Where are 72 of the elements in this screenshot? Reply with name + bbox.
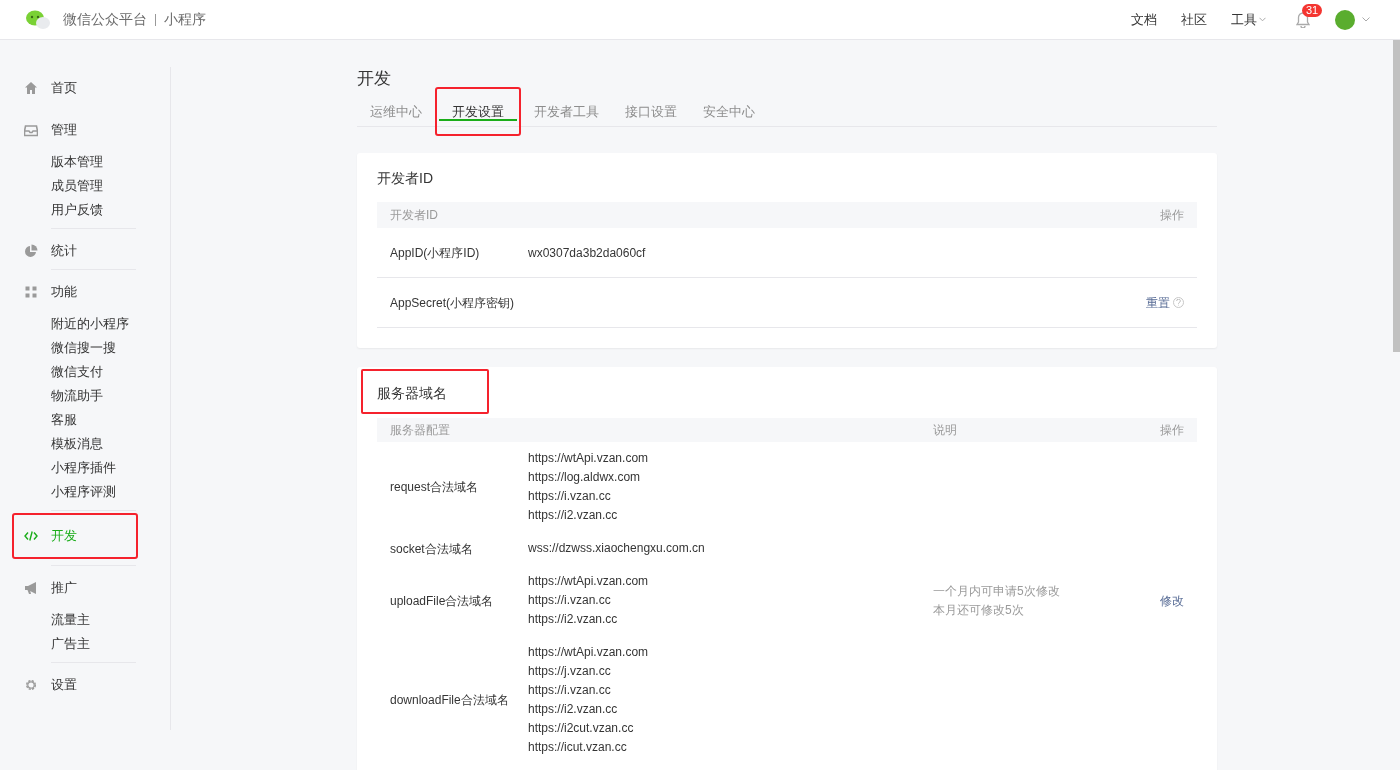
column-header: 说明 xyxy=(933,422,958,439)
settings-icon xyxy=(24,678,38,692)
sidebar-subitem[interactable]: 版本管理 xyxy=(51,150,136,174)
domain-text: https://i2cut.vzan.cc xyxy=(528,720,635,737)
sidebar-item[interactable]: 首页 xyxy=(24,76,136,100)
avatar[interactable] xyxy=(1335,9,1355,30)
sidebar-subitem[interactable]: 广告主 xyxy=(51,632,136,656)
row-label: socket合法域名 xyxy=(390,540,474,558)
header-link[interactable]: 文档 xyxy=(1131,9,1157,30)
domain-text: https://i.vzan.cc xyxy=(528,592,612,609)
row-label: downloadFile合法域名 xyxy=(390,692,510,709)
sidebar-subitem[interactable]: 用户反馈 xyxy=(51,198,136,222)
pie-chart-icon xyxy=(24,244,38,258)
header-link[interactable]: 工具 xyxy=(1231,9,1266,30)
sidebar-item[interactable]: 管理 xyxy=(24,118,136,142)
domain-text: https://i.vzan.cc xyxy=(528,488,612,505)
sidebar-subitem[interactable]: 物流助手 xyxy=(51,384,136,408)
sidebar-subitem[interactable]: 附近的小程序 xyxy=(51,312,136,336)
reset-link[interactable]: 重置 xyxy=(1146,293,1170,312)
sidebar-subitem[interactable]: 微信支付 xyxy=(51,360,136,384)
row-label: AppSecret(小程序密钥) xyxy=(390,294,516,312)
note-text: 一个月内可申请5次修改 xyxy=(933,582,1061,600)
domain-text: https://wtApi.vzan.com xyxy=(528,573,650,590)
domain-text: https://wtApi.vzan.com xyxy=(528,450,650,467)
notification-badge: 31 xyxy=(1302,3,1323,17)
column-header: 操作 xyxy=(1160,422,1184,439)
sidebar-subitem[interactable]: 小程序插件 xyxy=(51,456,136,480)
domain-text: https://wtApi.vzan.com xyxy=(528,644,650,661)
domain-text: https://i.vzan.cc xyxy=(528,682,612,699)
row-label: AppID(小程序ID) xyxy=(390,244,481,262)
sidebar-item[interactable]: 功能 xyxy=(24,280,136,304)
sidebar-subitem[interactable]: 微信搜一搜 xyxy=(51,336,136,360)
home-icon xyxy=(24,81,38,95)
caret-icon xyxy=(1259,17,1266,22)
note-text: 本月还可修改5次 xyxy=(933,601,1025,619)
sidebar-subitem[interactable]: 流量主 xyxy=(51,608,136,632)
scrollbar-thumb[interactable] xyxy=(1393,40,1400,352)
page-title: 开发 xyxy=(357,68,392,90)
domain-text: https://j.vzan.cc xyxy=(528,663,612,680)
domain-text: https://icut.vzan.cc xyxy=(528,739,628,756)
code-icon xyxy=(24,529,38,543)
header-link[interactable]: 社区 xyxy=(1181,9,1207,30)
caret-icon[interactable] xyxy=(1362,17,1370,22)
column-header: 操作 xyxy=(1160,207,1184,224)
section-title: 服务器域名 xyxy=(377,384,447,403)
sidebar-subitem[interactable]: 成员管理 xyxy=(51,174,136,198)
domain-text: https://i2.vzan.cc xyxy=(528,507,619,524)
sidebar-subitem[interactable]: 客服 xyxy=(51,408,136,432)
sidebar-subitem[interactable]: 模板消息 xyxy=(51,432,136,456)
column-header: 服务器配置 xyxy=(390,422,451,439)
domain-text: https://i2.vzan.cc xyxy=(528,701,619,718)
tab[interactable]: 开发设置 xyxy=(439,104,517,121)
sidebar-item[interactable]: 设置 xyxy=(24,673,136,697)
product-title: 小程序 xyxy=(164,10,206,29)
row-label: request合法域名 xyxy=(390,479,480,496)
sidebar-item[interactable]: 统计 xyxy=(24,239,136,263)
grid-icon xyxy=(24,285,38,299)
sidebar-item[interactable]: 推广 xyxy=(24,576,136,600)
domain-text: https://i2.vzan.cc xyxy=(528,611,619,628)
sidebar-subitem[interactable]: 小程序评测 xyxy=(51,480,136,504)
chat-bubbles-logo xyxy=(25,9,51,30)
domain-text: https://log.aldwx.com xyxy=(528,469,642,486)
section-title: 开发者ID xyxy=(377,169,434,188)
title-divider xyxy=(155,13,156,26)
inbox-icon xyxy=(24,123,38,137)
row-label: uploadFile合法域名 xyxy=(390,592,495,610)
app-id-value: wx0307da3b2da060cf xyxy=(528,244,647,262)
domain-text: wss://dzwss.xiaochengxu.com.cn xyxy=(528,540,706,557)
column-header: 开发者ID xyxy=(390,207,438,224)
modify-link[interactable]: 修改 xyxy=(1160,591,1184,610)
megaphone-icon xyxy=(24,581,38,595)
brand-title: 微信公众平台 xyxy=(63,10,147,29)
